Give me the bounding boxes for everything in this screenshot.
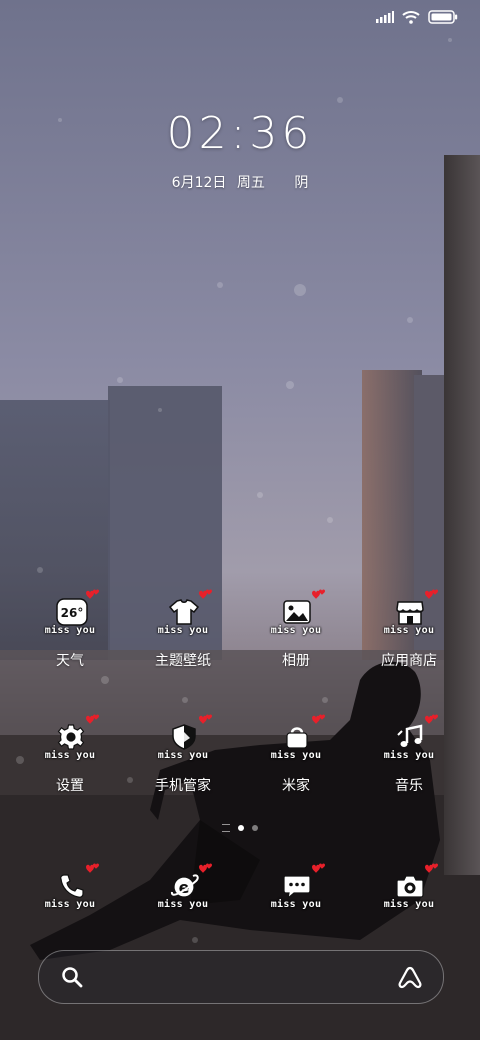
assistant-icon[interactable] bbox=[397, 965, 423, 989]
miss-you-sticker: miss you bbox=[383, 899, 435, 910]
dock-messages[interactable]: miss you bbox=[246, 863, 346, 918]
app-label: 米家 bbox=[282, 778, 310, 794]
search-icon[interactable] bbox=[61, 966, 83, 988]
heart-sticker-icon bbox=[425, 714, 438, 724]
app-label: 手机管家 bbox=[155, 778, 211, 794]
miss-you-sticker: miss you bbox=[44, 750, 96, 761]
phone-icon bbox=[60, 874, 84, 898]
page-dot-active bbox=[238, 825, 244, 831]
miss-you-sticker: miss you bbox=[157, 899, 209, 910]
heart-sticker-icon bbox=[199, 863, 212, 873]
app-store-icon bbox=[396, 601, 424, 625]
miss-you-sticker: miss you bbox=[44, 899, 96, 910]
lockscreen-clock: 02:36 bbox=[166, 108, 314, 159]
miss-you-sticker: miss you bbox=[270, 625, 322, 636]
app-store[interactable]: miss you 应用商店 bbox=[359, 589, 459, 670]
miss-you-sticker: miss you bbox=[157, 625, 209, 636]
weekday-text: 周五 bbox=[236, 175, 265, 191]
app-settings[interactable]: miss you 设置 bbox=[20, 714, 120, 795]
weather-text: 阴 bbox=[294, 175, 309, 191]
miss-you-sticker: miss you bbox=[44, 625, 96, 636]
dock-browser[interactable]: e miss you bbox=[133, 863, 233, 918]
app-label: 音乐 bbox=[395, 778, 423, 794]
signal-icon bbox=[376, 11, 394, 23]
music-note-icon bbox=[397, 724, 423, 747]
heart-sticker-icon bbox=[425, 589, 438, 599]
app-mijia[interactable]: miss you 米家 bbox=[246, 714, 346, 795]
miss-you-sticker: miss you bbox=[383, 625, 435, 636]
app-gallery[interactable]: miss you 相册 bbox=[246, 589, 346, 670]
app-theme[interactable]: miss you 主题壁纸 bbox=[133, 589, 233, 670]
app-label: 相册 bbox=[282, 653, 310, 669]
heart-sticker-icon bbox=[199, 714, 212, 724]
home-bag-icon bbox=[286, 727, 308, 749]
app-label: 主题壁纸 bbox=[155, 653, 211, 669]
wifi-icon bbox=[402, 11, 420, 24]
theme-shirt-icon bbox=[169, 599, 199, 625]
weather-temp-text: 26° bbox=[61, 606, 84, 620]
miss-you-sticker: miss you bbox=[270, 899, 322, 910]
heart-sticker-icon bbox=[199, 589, 212, 599]
heart-sticker-icon bbox=[86, 714, 99, 724]
dock-camera[interactable]: miss you bbox=[359, 863, 459, 918]
security-shield-icon bbox=[172, 724, 196, 750]
app-label: 天气 bbox=[56, 653, 84, 669]
status-bar bbox=[376, 10, 458, 24]
heart-sticker-icon bbox=[312, 863, 325, 873]
heart-sticker-icon bbox=[86, 589, 99, 599]
miss-you-sticker: miss you bbox=[270, 750, 322, 761]
heart-sticker-icon bbox=[312, 714, 325, 724]
date-text: 6月12日 bbox=[171, 175, 227, 191]
miss-you-sticker: miss you bbox=[383, 750, 435, 761]
page-indicator[interactable] bbox=[0, 824, 480, 832]
gallery-icon bbox=[283, 600, 311, 624]
camera-icon bbox=[396, 875, 424, 898]
dock-phone[interactable]: miss you bbox=[20, 863, 120, 918]
app-label: 设置 bbox=[56, 778, 84, 794]
app-security[interactable]: miss you 手机管家 bbox=[133, 714, 233, 795]
message-icon bbox=[283, 875, 311, 900]
heart-sticker-icon bbox=[425, 863, 438, 873]
search-bar[interactable] bbox=[38, 950, 444, 1004]
miss-you-sticker: miss you bbox=[157, 750, 209, 761]
app-weather[interactable]: 26° miss you 天气 bbox=[20, 589, 120, 670]
gear-icon bbox=[57, 724, 85, 750]
page-dot bbox=[252, 825, 258, 831]
heart-sticker-icon bbox=[86, 863, 99, 873]
heart-sticker-icon bbox=[312, 589, 325, 599]
browser-icon: e bbox=[170, 874, 199, 898]
lockscreen-date: 6月12日 周五 阴 bbox=[0, 172, 480, 192]
battery-icon bbox=[428, 10, 458, 24]
list-page-icon bbox=[222, 824, 230, 832]
app-label: 应用商店 bbox=[381, 653, 437, 669]
weather-icon: 26° bbox=[56, 598, 88, 626]
app-music[interactable]: miss you 音乐 bbox=[359, 714, 459, 795]
